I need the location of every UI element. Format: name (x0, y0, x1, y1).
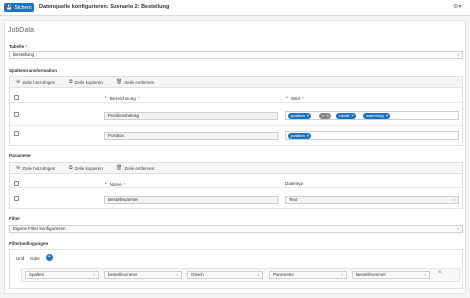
or-button[interactable]: Oder (30, 256, 40, 261)
save-button[interactable]: 💾 Sichern (4, 3, 34, 12)
delete-row-button[interactable]: 🗑 Zeile entfernen (116, 165, 154, 172)
row-checkbox[interactable] (14, 196, 19, 201)
parameters-title: Parameter (9, 153, 32, 158)
row-divider (10, 125, 462, 126)
close-icon[interactable]: × (386, 113, 389, 119)
save-icon: 💾 (6, 4, 13, 11)
delete-row-button[interactable]: 🗑 Zeile entfernen (116, 79, 154, 86)
table-select-value: Bestellung (13, 52, 35, 57)
parameters-toolbar: ⊕ Zeile hinzufügen ⧉ Zeile kopieren 🗑 Ze… (10, 163, 462, 174)
right-type-select[interactable]: Parameter ↕ (269, 271, 347, 279)
param-type-select[interactable]: Text ↕ (285, 196, 459, 204)
row-checkbox[interactable] (14, 131, 19, 136)
add-row-icon: ⊕ (16, 165, 21, 171)
settings-icon[interactable]: ⚙▾ (453, 4, 465, 11)
trash-icon: 🗑 (116, 165, 123, 171)
and-button[interactable]: Und (16, 256, 24, 261)
tag-chip[interactable]: waehrung × (363, 113, 391, 119)
chevron-down-icon: ↕ (453, 197, 455, 202)
page-title: Datenquelle konfigurieren: Szenario 2: B… (39, 4, 170, 10)
filter-select[interactable]: Eigene Filter konfigurieren ↕ (9, 225, 463, 233)
close-icon[interactable]: × (307, 133, 310, 139)
chevron-down-icon: ↕ (457, 52, 459, 57)
section-title: JobData (8, 27, 35, 34)
table-select[interactable]: Bestellung ↕ (9, 51, 463, 59)
col-header-name: ⚬ Bezeichnung * (104, 95, 140, 101)
chevron-down-icon: ↕ (257, 272, 259, 277)
operator-select[interactable]: Gleich ↕ (187, 271, 263, 279)
add-row-icon: ⊕ (16, 79, 21, 85)
column-transform-title: Spaltentransformation (9, 68, 58, 73)
close-icon[interactable]: × (351, 113, 354, 119)
copy-row-button[interactable]: ⧉ Zeile kopieren (69, 165, 103, 172)
table-label: Tabelle * (9, 44, 28, 49)
trash-icon: 🗑 (116, 79, 123, 85)
tag-chip[interactable]: rabatt × (336, 113, 356, 119)
chevron-down-icon: ↕ (424, 272, 426, 277)
column-transform-table: ⊕ Zeile hinzufügen ⧉ Zeile kopieren 🗑 Ze… (9, 76, 463, 146)
parameters-header: ⚬ Name * Datentyp (10, 179, 462, 188)
tag-icon: ⚬ (104, 181, 108, 186)
tag-icon: ⚬ (285, 95, 289, 100)
add-condition-button[interactable]: + (46, 254, 53, 261)
col-header-value: ⚬ Wert * (285, 95, 304, 101)
add-row-button[interactable]: ⊕ Zeile hinzufügen (16, 79, 55, 86)
copy-icon: ⧉ (69, 79, 73, 85)
chevron-down-icon: ↕ (93, 272, 95, 277)
filter-label: Filter (9, 216, 21, 221)
row-name-input[interactable]: Positionsbetrag (104, 112, 278, 120)
select-all-checkbox[interactable] (14, 95, 19, 100)
row-name-input[interactable]: Position (104, 132, 278, 140)
tag-icon: ⚬ (104, 95, 108, 100)
copy-icon: ⧉ (69, 165, 73, 171)
tag-chip[interactable]: × × (319, 113, 331, 119)
filter-select-value: Eigene Filter konfigurieren (13, 226, 66, 231)
column-transform-header: ⚬ Bezeichnung * ⚬ Wert * (10, 94, 462, 103)
left-value-select[interactable]: bestellnummer ↕ (104, 271, 182, 279)
row-value-tags[interactable]: position × × × rabatt × waehrung × (285, 111, 459, 120)
column-transform-toolbar: ⊕ Zeile hinzufügen ⧉ Zeile kopieren 🗑 Ze… (10, 77, 462, 88)
chevron-down-icon: ↕ (176, 272, 178, 277)
copy-row-button[interactable]: ⧉ Zeile kopieren (69, 79, 103, 86)
tag-chip[interactable]: position × (288, 113, 312, 119)
col-header-name: ⚬ Name * (104, 181, 126, 187)
save-button-label: Sichern (14, 4, 32, 11)
chevron-down-icon: ↕ (341, 272, 343, 277)
right-value-select[interactable]: Bestellnummer ↕ (352, 271, 430, 279)
filter-conditions-title: Filterbedingungen (9, 241, 49, 246)
select-all-checkbox[interactable] (14, 181, 19, 186)
close-icon[interactable]: × (307, 113, 310, 119)
param-name-input[interactable]: Bestellnummer (104, 196, 278, 204)
row-checkbox[interactable] (14, 112, 19, 117)
add-row-button[interactable]: ⊕ Zeile hinzufügen (16, 165, 55, 172)
left-type-select[interactable]: Spalten ↕ (25, 271, 99, 279)
close-icon[interactable]: × (326, 113, 329, 119)
col-header-type: Datentyp (285, 181, 304, 186)
top-bar: 💾 Sichern Datenquelle konfigurieren: Sze… (0, 0, 470, 16)
tag-chip[interactable]: position × (288, 133, 312, 139)
chevron-down-icon: ↕ (457, 226, 459, 231)
remove-condition-icon[interactable]: × (438, 270, 442, 276)
row-value-tags[interactable]: position × (285, 131, 459, 140)
parameters-table: ⊕ Zeile hinzufügen ⧉ Zeile kopieren 🗑 Ze… (9, 162, 463, 209)
